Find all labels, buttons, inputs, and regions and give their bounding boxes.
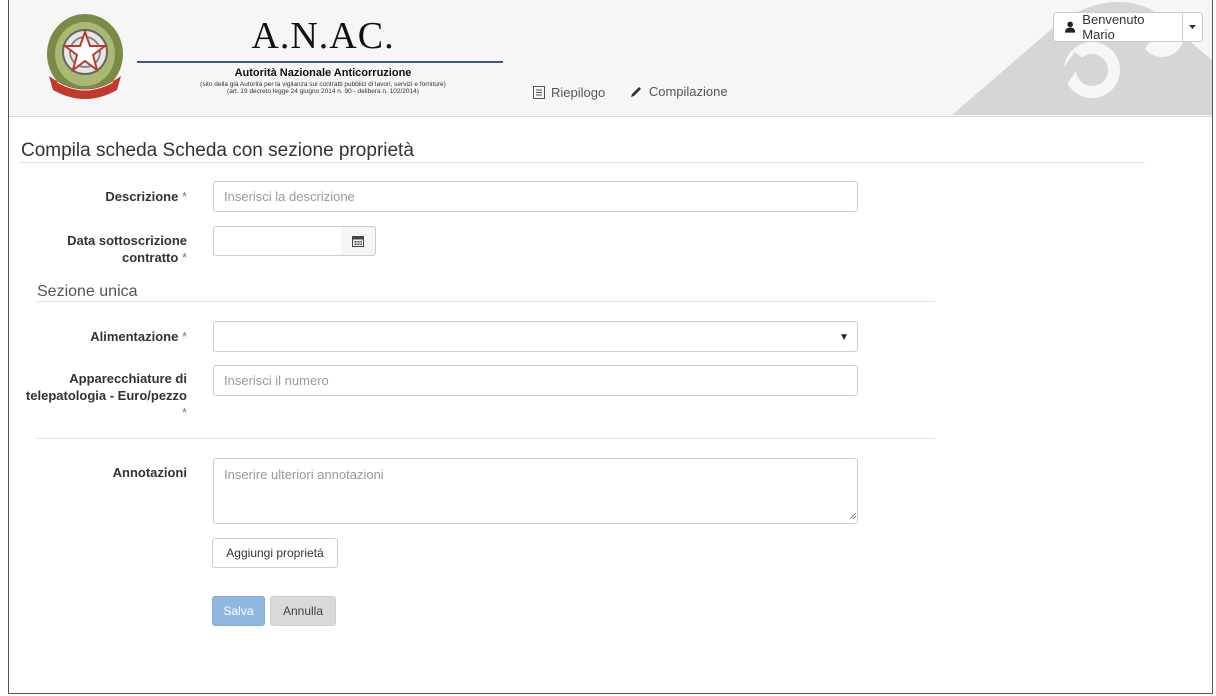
top-header: A.N.AC. Autorità Nazionale Anticorruzion… (9, 0, 1212, 117)
user-menu-toggle[interactable] (1183, 13, 1202, 41)
brand-note: (sito della già Autorità per la vigilanz… (139, 81, 507, 95)
alimentazione-select[interactable]: ▼ (213, 321, 858, 352)
brand-note-line-2: (art. 19 decreto legge 24 giugno 2014 n.… (227, 88, 419, 95)
dropdown-arrow-icon: ▼ (839, 332, 849, 343)
descrizione-label: Descrizione * (105, 189, 187, 204)
date-picker-button[interactable] (341, 226, 376, 256)
resize-handle-icon[interactable] (849, 512, 857, 520)
alimentazione-label: Alimentazione * (90, 329, 187, 344)
page-title: Compila scheda Scheda con sezione propri… (21, 140, 414, 161)
brand-note-line-1: (sito della già Autorità per la vigilanz… (200, 81, 446, 88)
user-greeting: Benvenuto Mario (1082, 12, 1145, 42)
nav-item-label: Compilazione (648, 84, 728, 99)
user-menu-main[interactable]: Benvenuto Mario (1054, 12, 1184, 42)
save-button[interactable]: Salva (212, 596, 265, 626)
caret-down-icon (1189, 25, 1197, 29)
main-nav: Riepilogo Compilazione (533, 84, 748, 102)
nav-item-riepilogo[interactable]: Riepilogo (533, 85, 605, 100)
cancel-button[interactable]: Annulla (270, 596, 336, 626)
form-divider (37, 438, 935, 439)
user-icon (1065, 21, 1076, 33)
list-icon (533, 85, 545, 99)
section-divider (37, 301, 935, 302)
data-sottoscrizione-input[interactable] (213, 226, 342, 256)
title-divider (19, 162, 1145, 163)
descrizione-input[interactable] (213, 181, 858, 212)
annotazioni-textarea[interactable] (213, 458, 858, 524)
apparecchiature-label: Apparecchiature di telepatologia - Euro/… (25, 371, 187, 420)
section-title: Sezione unica (37, 283, 138, 300)
add-property-button[interactable]: Aggiungi proprietá (212, 538, 338, 568)
brand-title: A.N.AC. (251, 15, 395, 57)
italian-emblem-icon (47, 14, 123, 99)
brand-divider (137, 61, 503, 63)
nav-item-label: Riepilogo (551, 84, 606, 100)
pencil-icon (630, 86, 641, 97)
annotazioni-label: Annotazioni (112, 465, 187, 480)
brand-subtitle: Autorità Nazionale Anticorruzione (234, 67, 412, 79)
calendar-icon (352, 236, 364, 247)
nav-item-compilazione[interactable]: Compilazione (629, 84, 728, 99)
user-menu-button[interactable]: Benvenuto Mario (1053, 12, 1203, 42)
app-window: A.N.AC. Autorità Nazionale Anticorruzion… (8, 0, 1213, 694)
data-sottoscrizione-label: Data sottoscrizione contratto * (67, 233, 187, 265)
apparecchiature-input[interactable] (213, 365, 858, 396)
